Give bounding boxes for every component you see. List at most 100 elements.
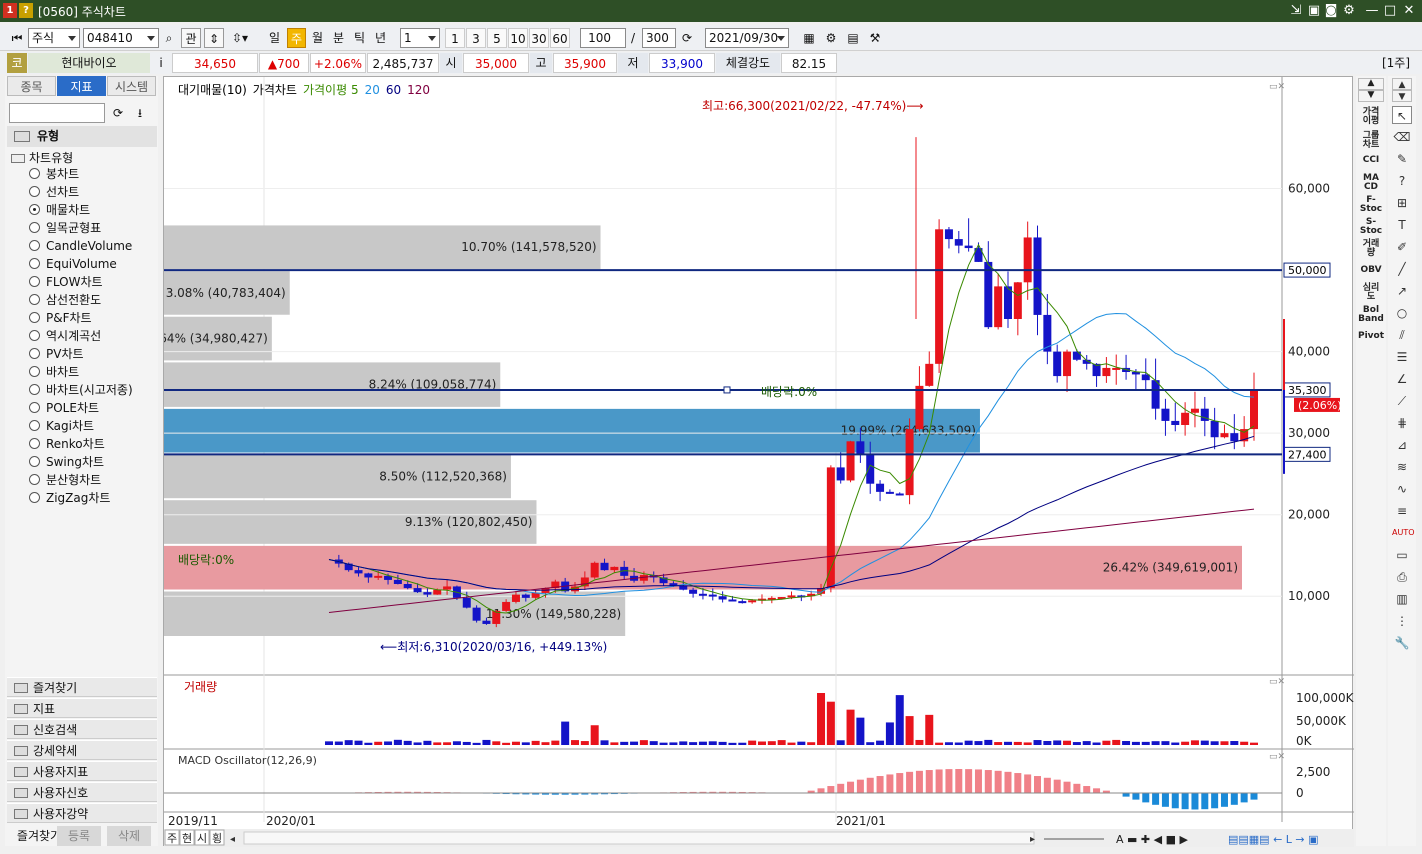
scroll-down-button[interactable]: ▼ — [1358, 90, 1384, 102]
indicator-s-stoc[interactable]: S- Stoc — [1358, 218, 1384, 236]
toolbox-up-button[interactable]: ▲ — [1392, 78, 1412, 90]
indicator-search-input[interactable] — [9, 103, 105, 123]
scroll-left-icon[interactable]: ◂ — [230, 834, 235, 845]
interval-1[interactable]: 3 — [466, 28, 486, 48]
fan-icon[interactable]: ⟋ — [1392, 392, 1412, 410]
radio-icon[interactable] — [29, 204, 40, 215]
text-tool-icon[interactable]: T — [1392, 216, 1412, 234]
chart-type-17[interactable]: 분산형차트 — [29, 471, 101, 489]
chart-type-12[interactable]: 바차트(시고저종) — [29, 381, 133, 399]
chart-type-10[interactable]: PV차트 — [29, 345, 84, 363]
cursor-icon[interactable]: ↖ — [1392, 106, 1412, 124]
wave-icon[interactable]: ≋ — [1392, 458, 1412, 476]
indicator-obv[interactable]: OBV — [1358, 266, 1384, 275]
period-5[interactable]: 년 — [371, 28, 390, 48]
indicator-volume[interactable]: 거래 량 — [1358, 240, 1384, 258]
radio-icon[interactable] — [29, 312, 40, 323]
chart-type-2[interactable]: 매물차트 — [29, 201, 90, 219]
level-icon[interactable]: ≡ — [1392, 502, 1412, 520]
indicator-pivot[interactable]: Pivot — [1358, 332, 1384, 341]
close-button[interactable]: ✕ — [1401, 2, 1417, 19]
radio-icon[interactable] — [29, 168, 40, 179]
horizontal-scrollbar[interactable] — [243, 831, 1035, 845]
level-handle[interactable] — [723, 386, 731, 394]
scroll-button[interactable]: ⇕ — [204, 28, 224, 48]
left-tab-2[interactable]: 시스템 — [107, 76, 156, 96]
section-header[interactable]: 유형 — [7, 126, 157, 147]
angle-icon[interactable]: ∠ — [1392, 370, 1412, 388]
trendline-icon[interactable]: ╱ — [1392, 260, 1412, 278]
indicator-macd[interactable]: MA CD — [1358, 174, 1384, 192]
radio-icon[interactable] — [29, 420, 40, 431]
folder-0[interactable]: 즐겨찾기 — [7, 677, 157, 697]
radio-icon[interactable] — [29, 222, 40, 233]
interval-3[interactable]: 10 — [508, 28, 528, 48]
download-icon[interactable]: ⭳ — [131, 103, 149, 123]
period-2[interactable]: 월 — [308, 28, 327, 48]
print-icon[interactable]: ⎙ — [1392, 568, 1412, 586]
period-4[interactable]: 틱 — [350, 28, 369, 48]
chart-svg[interactable]: 10.70% (141,578,520) 3.08% (40,783,404) 2.… — [148, 77, 1355, 847]
chart-type-0[interactable]: 봉차트 — [29, 165, 79, 183]
folder-2[interactable]: 신호검색 — [7, 719, 157, 739]
panel-control-icon-2[interactable]: ▭✕ — [1269, 752, 1285, 762]
chart-type-4[interactable]: CandleVolume — [29, 237, 132, 255]
indicator-group-chart[interactable]: 그룹 차트 — [1358, 132, 1384, 150]
code-input[interactable]: 048410 — [83, 28, 159, 48]
bar-tool-icon[interactable]: ▥ — [1392, 590, 1412, 608]
pen-icon[interactable]: ✐ — [1392, 238, 1412, 256]
reload-icon[interactable]: ⟳ — [109, 103, 127, 123]
indicator-bollinger[interactable]: Bol Band — [1358, 306, 1384, 324]
stock-name[interactable]: 현대바이오 — [28, 53, 150, 73]
chart-area[interactable]: 10.70% (141,578,520) 3.08% (40,783,404) 2.… — [148, 76, 1355, 847]
search-icon[interactable]: ⌕ — [160, 28, 178, 48]
radio-icon[interactable] — [29, 240, 40, 251]
folder-1[interactable]: 지표 — [7, 698, 157, 718]
circle-tool-icon[interactable]: ○ — [1392, 304, 1412, 322]
auto-icon[interactable]: AUTO — [1392, 524, 1415, 542]
chart-type-14[interactable]: Kagi차트 — [29, 417, 94, 435]
radio-icon[interactable] — [29, 438, 40, 449]
scroll-up-button[interactable]: ▲ — [1358, 78, 1384, 90]
zoom-icon[interactable]: ⊞ — [1392, 194, 1412, 212]
help-tool-icon[interactable]: ? — [1392, 172, 1412, 190]
maximize-button[interactable]: □ — [1382, 2, 1398, 19]
camera-icon[interactable]: ◙ — [1323, 2, 1339, 19]
radio-icon[interactable] — [29, 348, 40, 359]
radio-icon[interactable] — [29, 474, 40, 485]
gear-icon[interactable]: ⚙ — [1341, 2, 1357, 19]
prev-stock-icon[interactable]: ⏮ — [8, 28, 26, 48]
folder-5[interactable]: 사용자신호 — [7, 782, 157, 802]
settings-icon[interactable]: ⚙ — [822, 28, 840, 48]
window-tool-icon[interactable]: ▭ — [1392, 546, 1412, 564]
indicator-f-stoc[interactable]: F- Stoc — [1358, 196, 1384, 214]
eraser-icon[interactable]: ⌫ — [1392, 128, 1412, 146]
left-tab-0[interactable]: 종목 — [7, 76, 56, 96]
radio-icon[interactable] — [29, 366, 40, 377]
legend-item-0[interactable]: 대기매물(10) — [178, 83, 247, 97]
chart-type-5[interactable]: EquiVolume — [29, 255, 117, 273]
chart-type-16[interactable]: Swing차트 — [29, 453, 104, 471]
link-icon[interactable]: ⇲ — [1288, 2, 1304, 19]
total-input[interactable]: 300 — [642, 28, 676, 48]
save-icon[interactable]: ▤ — [844, 28, 862, 48]
refresh-icon[interactable]: ⟳ — [678, 28, 696, 48]
interval-4[interactable]: 30 — [529, 28, 549, 48]
legend-item-4[interactable]: 60 — [386, 83, 401, 97]
tools-icon[interactable]: ⚒ — [866, 28, 884, 48]
bottom-tab-2[interactable]: 삭제 — [107, 826, 151, 846]
chart-type-icon[interactable]: ▦ — [800, 28, 818, 48]
cycle-icon[interactable]: ∿ — [1392, 480, 1412, 498]
chart-type-11[interactable]: 바차트 — [29, 363, 79, 381]
interval-5[interactable]: 60 — [550, 28, 570, 48]
radio-icon[interactable] — [29, 276, 40, 287]
delete-all-icon[interactable]: ✎ — [1392, 150, 1412, 168]
panel-control-icon-1[interactable]: ▭✕ — [1269, 677, 1285, 687]
chart-type-6[interactable]: FLOW차트 — [29, 273, 103, 291]
chart-type-13[interactable]: POLE차트 — [29, 399, 99, 417]
updown-stepper[interactable]: ⇳▾ — [227, 28, 253, 48]
window-number-icon[interactable]: 1 — [3, 3, 17, 18]
folder-3[interactable]: 강세약세 — [7, 740, 157, 760]
indicator-cci[interactable]: CCI — [1358, 156, 1384, 165]
radio-icon[interactable] — [29, 456, 40, 467]
